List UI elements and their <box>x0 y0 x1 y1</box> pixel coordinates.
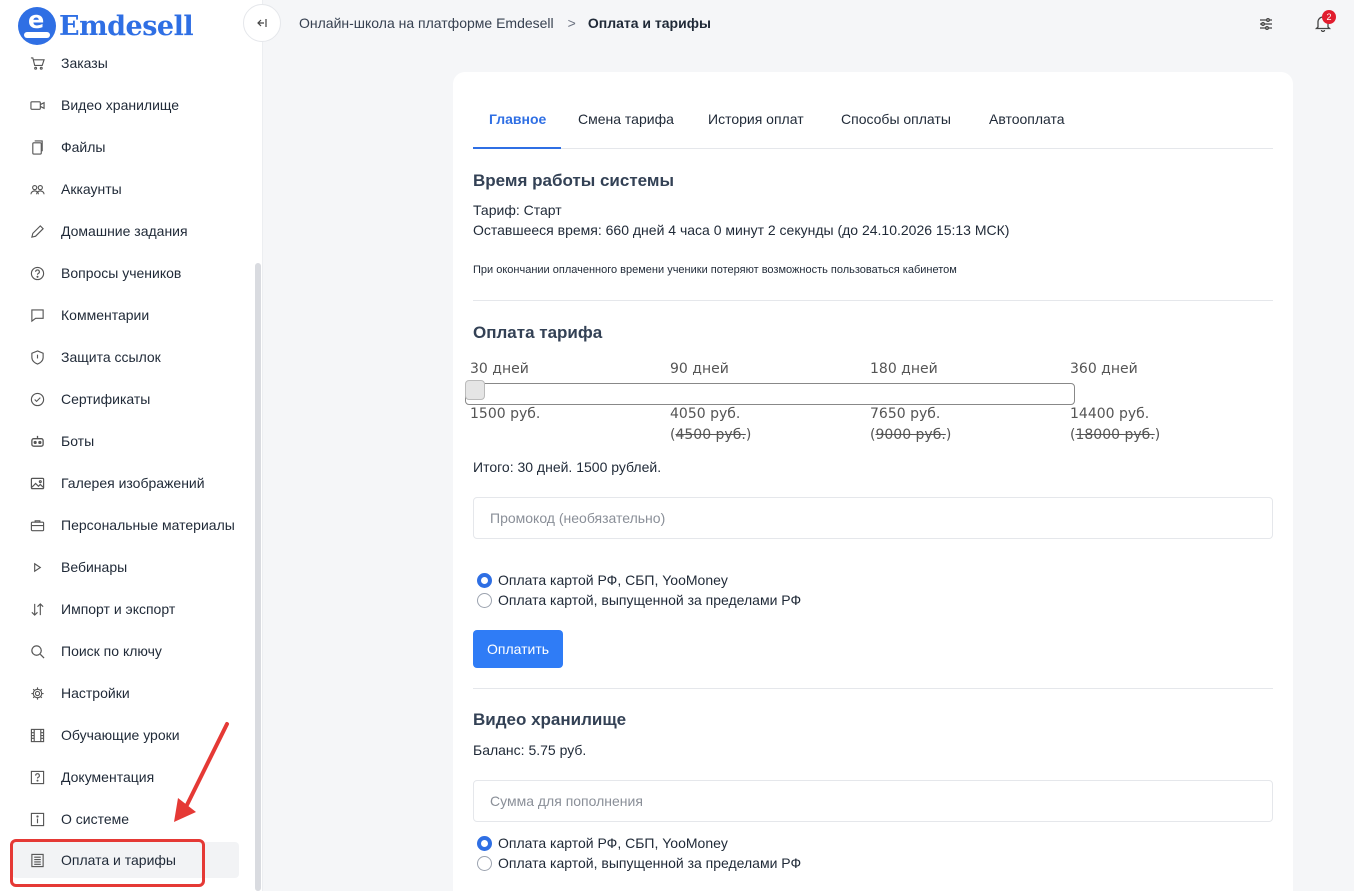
period-price: 7650 руб. <box>870 406 941 422</box>
breadcrumb-separator: > <box>567 15 576 31</box>
sidebar-item-bots[interactable]: Боты <box>0 423 250 459</box>
sidebar-item-student-questions[interactable]: Вопросы учеников <box>0 255 250 291</box>
play-icon <box>29 559 45 575</box>
notifications-badge: 2 <box>1322 10 1336 24</box>
annotation-highlight-box <box>10 839 205 887</box>
help-doc-icon <box>29 769 45 785</box>
collapse-sidebar-button[interactable] <box>243 4 281 42</box>
tab-main[interactable]: Главное <box>489 111 546 127</box>
storage-payment-method-foreign[interactable]: Оплата картой, выпущенной за пределами Р… <box>477 855 801 871</box>
tab-payment-history[interactable]: История оплат <box>708 111 804 127</box>
briefcase-icon <box>29 517 45 533</box>
system-time-title: Время работы системы <box>473 171 674 190</box>
billing-card: Главное Смена тарифа История оплат Спосо… <box>453 72 1293 891</box>
question-icon <box>29 265 45 281</box>
sidebar-item-comments[interactable]: Комментарии <box>0 297 250 333</box>
comment-icon <box>29 307 45 323</box>
tabs: Главное Смена тарифа История оплат Спосо… <box>473 102 1273 149</box>
video-icon <box>29 97 45 113</box>
divider <box>473 300 1273 301</box>
sidebar-item-settings[interactable]: Настройки <box>0 675 250 711</box>
tab-autopay[interactable]: Автооплата <box>989 111 1065 127</box>
period-label: 360 дней <box>1070 361 1138 377</box>
period-label: 180 дней <box>870 361 938 377</box>
sidebar-item-import-export[interactable]: Импорт и экспорт <box>0 591 250 627</box>
period-label: 30 дней <box>470 361 529 377</box>
film-icon <box>29 727 45 743</box>
period-old-price: (18000 руб.) <box>1070 427 1161 443</box>
radio-checked[interactable] <box>477 572 492 588</box>
period-old-price: (9000 руб.) <box>870 427 952 443</box>
remaining-time: Оставшееся время: 660 дней 4 часа 0 мину… <box>473 222 1010 238</box>
period-price: 4050 руб. <box>670 406 741 422</box>
divider <box>473 688 1273 689</box>
logo-text: Emdesell <box>59 10 194 42</box>
tariff-period-slider[interactable] <box>465 383 1075 405</box>
import-export-icon <box>29 601 45 617</box>
active-tab-indicator <box>473 147 561 149</box>
search-icon <box>29 643 45 659</box>
expiry-note: При окончании оплаченного времени ученик… <box>473 264 957 276</box>
files-icon <box>29 139 45 155</box>
sliders-icon[interactable] <box>1258 16 1274 32</box>
collapse-left-icon <box>257 19 267 27</box>
users-icon <box>29 181 45 197</box>
tab-payment-methods[interactable]: Способы оплаты <box>841 111 951 127</box>
video-storage-balance: Баланс: 5.75 руб. <box>473 742 587 758</box>
gear-icon <box>29 685 45 701</box>
check-circle-icon <box>29 391 45 407</box>
pencil-icon <box>29 223 45 239</box>
period-price: 1500 руб. <box>470 406 541 422</box>
sidebar-item-files[interactable]: Файлы <box>0 129 250 165</box>
tariff-payment-title: Оплата тарифа <box>473 323 603 342</box>
annotation-arrow-icon <box>174 722 229 822</box>
sidebar-scrollbar[interactable] <box>255 263 261 891</box>
period-price: 14400 руб. <box>1070 406 1150 422</box>
pay-button[interactable]: Оплатить <box>473 630 563 668</box>
shield-icon <box>29 349 45 365</box>
sidebar-item-webinars[interactable]: Вебинары <box>0 549 250 585</box>
logo-icon: e <box>18 6 56 45</box>
sidebar-item-image-gallery[interactable]: Галерея изображений <box>0 465 250 501</box>
payment-method-ru[interactable]: Оплата картой РФ, СБП, YooMoney <box>477 572 728 588</box>
radio-checked[interactable] <box>477 835 492 851</box>
sidebar-item-personal-materials[interactable]: Персональные материалы <box>0 507 250 543</box>
current-tariff: Тариф: Старт <box>473 202 562 218</box>
tab-change-tariff[interactable]: Смена тарифа <box>578 111 674 127</box>
sidebar-item-link-protection[interactable]: Защита ссылок <box>0 339 250 375</box>
sidebar-item-accounts[interactable]: Аккаунты <box>0 171 250 207</box>
topup-amount-input[interactable]: Сумма для пополнения <box>473 780 1273 822</box>
sidebar-item-key-search[interactable]: Поиск по ключу <box>0 633 250 669</box>
tariff-total: Итого: 30 дней. 1500 рублей. <box>473 459 662 475</box>
breadcrumb: Онлайн-школа на платформе Emdesell > Опл… <box>299 15 711 31</box>
payment-method-foreign[interactable]: Оплата картой, выпущенной за пределами Р… <box>477 592 801 608</box>
image-icon <box>29 475 45 491</box>
period-old-price: (4500 руб.) <box>670 427 752 443</box>
sidebar-item-orders[interactable]: Заказы <box>0 45 250 81</box>
promo-code-input[interactable]: Промокод (необязательно) <box>473 497 1273 539</box>
storage-payment-method-ru[interactable]: Оплата картой РФ, СБП, YooMoney <box>477 835 728 851</box>
sidebar-item-video-storage[interactable]: Видео хранилище <box>0 87 250 123</box>
sidebar-item-homework[interactable]: Домашние задания <box>0 213 250 249</box>
video-storage-title: Видео хранилище <box>473 710 627 729</box>
breadcrumb-current: Оплата и тарифы <box>587 15 711 31</box>
radio-unchecked[interactable] <box>477 855 492 871</box>
period-label: 90 дней <box>670 361 729 377</box>
tariff-slider-thumb[interactable] <box>465 380 485 400</box>
logo[interactable]: e Emdesell <box>18 6 194 46</box>
radio-unchecked[interactable] <box>477 592 492 608</box>
bot-icon <box>29 433 45 449</box>
sidebar-item-certificates[interactable]: Сертификаты <box>0 381 250 417</box>
cart-icon <box>29 55 45 71</box>
info-icon <box>29 811 45 827</box>
breadcrumb-root[interactable]: Онлайн-школа на платформе Emdesell <box>299 15 554 31</box>
